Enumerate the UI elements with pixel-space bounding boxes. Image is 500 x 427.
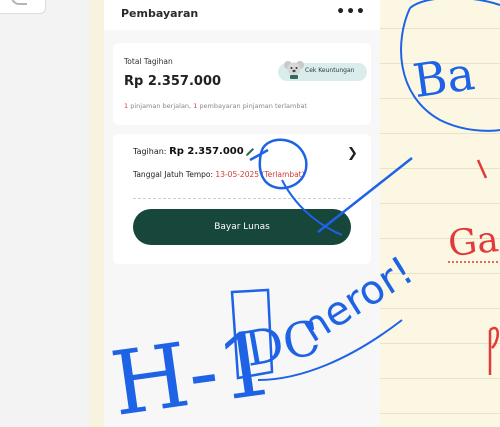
ink-oval-top (409, 0, 500, 9)
ink-long-line (317, 157, 413, 233)
handwriting-overlay: Ba Ga H-1 DC neror! (105, 0, 500, 427)
note-right-top: Ba (410, 46, 478, 108)
ink-diagonal (281, 179, 343, 236)
note-neror: neror! (293, 248, 421, 352)
red-tick (476, 159, 488, 179)
red-mark (488, 326, 499, 375)
note-right-mid: Ga (446, 219, 500, 265)
